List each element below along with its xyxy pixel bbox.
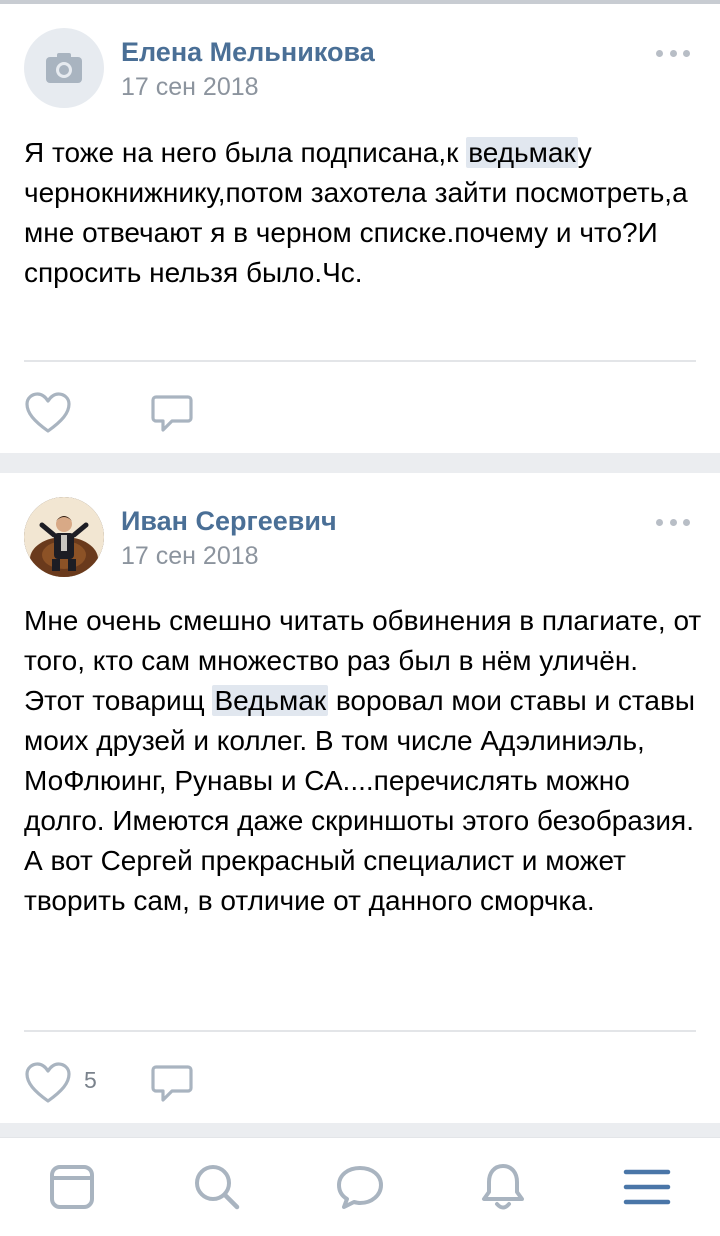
dot-icon bbox=[669, 50, 677, 57]
highlighted-word[interactable]: ведьмак bbox=[466, 137, 578, 168]
post-separator bbox=[24, 1030, 696, 1032]
avatar[interactable] bbox=[24, 497, 104, 577]
post-separator bbox=[24, 360, 696, 362]
post-card: Елена Мельникова 17 сен 2018 Я тоже на н… bbox=[0, 4, 720, 453]
dot-icon bbox=[656, 519, 663, 526]
post-date: 17 сен 2018 bbox=[121, 73, 259, 101]
post-card: Иван Сергеевич 17 сен 2018 Мне очень сме… bbox=[0, 473, 720, 1123]
camera-icon bbox=[46, 53, 82, 83]
comment-icon[interactable] bbox=[150, 392, 194, 436]
text-fragment: Мне очень смешно читать обвинения в плаг… bbox=[24, 605, 702, 676]
like-heart-icon[interactable] bbox=[24, 1061, 72, 1105]
search-icon[interactable] bbox=[190, 1160, 244, 1214]
like-count: 5 bbox=[84, 1067, 97, 1093]
feed-gap bbox=[0, 453, 720, 473]
text-fragment: Этот товарищ bbox=[24, 685, 213, 716]
avatar[interactable] bbox=[24, 28, 104, 108]
text-fragment: воровал мои ставы и ставы моих друзей и … bbox=[24, 685, 696, 916]
post-author[interactable]: Иван Сергеевич bbox=[121, 506, 337, 537]
post-author[interactable]: Елена Мельникова bbox=[121, 37, 375, 68]
more-options-button[interactable] bbox=[656, 50, 690, 58]
highlighted-word[interactable]: Ведьмак bbox=[212, 685, 329, 716]
post-text: Я тоже на него была подписана,к ведьмаку… bbox=[24, 133, 704, 293]
menu-icon[interactable] bbox=[620, 1160, 674, 1214]
messages-icon[interactable] bbox=[333, 1160, 387, 1214]
post-text: Мне очень смешно читать обвинения в плаг… bbox=[24, 601, 704, 921]
bottom-tab-bar bbox=[0, 1137, 720, 1236]
dot-icon bbox=[683, 519, 690, 526]
like-heart-icon[interactable] bbox=[24, 391, 72, 435]
more-options-button[interactable] bbox=[656, 519, 690, 527]
user-photo-icon bbox=[24, 497, 104, 577]
dot-icon bbox=[683, 50, 690, 57]
comment-icon[interactable] bbox=[150, 1062, 194, 1106]
feed-gap bbox=[0, 1123, 720, 1137]
notifications-icon[interactable] bbox=[476, 1160, 530, 1214]
dot-icon bbox=[656, 50, 663, 57]
dot-icon bbox=[669, 519, 677, 526]
post-date: 17 сен 2018 bbox=[121, 542, 259, 570]
news-icon[interactable] bbox=[45, 1160, 99, 1214]
text-fragment: Я тоже на него была подписана,к bbox=[24, 137, 467, 168]
